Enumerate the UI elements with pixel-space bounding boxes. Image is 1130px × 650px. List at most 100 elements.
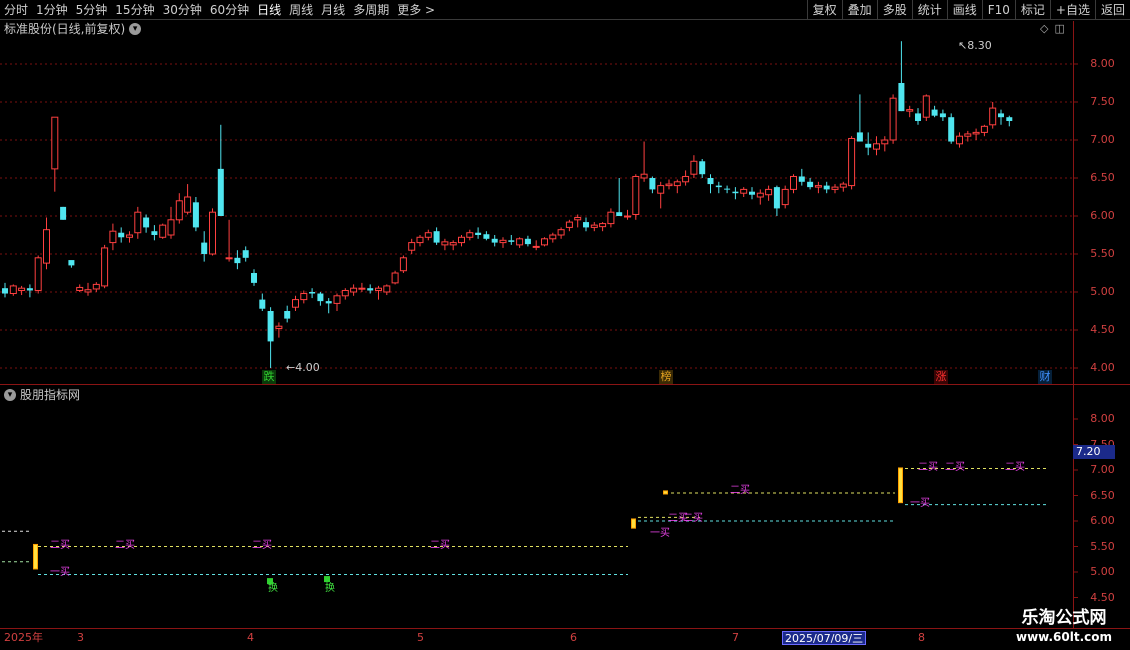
- candle-body-up: [781, 188, 789, 206]
- candle-body-up: [9, 285, 17, 295]
- candle-body-up: [599, 223, 607, 228]
- candle-body-up: [972, 131, 980, 135]
- candle-body-up: [375, 287, 382, 291]
- buy2-label: 二买: [730, 485, 750, 496]
- signal-bar-core: [664, 491, 667, 494]
- candle-body-down: [433, 231, 440, 243]
- candle-body-up: [51, 116, 59, 170]
- candle-body-down: [798, 176, 805, 182]
- candle-body-up: [624, 215, 631, 218]
- cursor-date-label: 2025/07/09/三: [782, 631, 867, 645]
- brand-name: 乐淘公式网: [1021, 608, 1107, 628]
- candle-body-up: [980, 125, 988, 133]
- candle-body-down: [898, 83, 905, 112]
- buy2-label: 二买: [430, 540, 450, 551]
- y-tick-label: 7.50: [1090, 95, 1115, 108]
- stock-chart-window: 分时 1分钟 5分钟 15分钟 30分钟 60分钟 日线 周线 月线 多周期 更…: [0, 0, 1130, 650]
- high-price-label: ↖8.30: [958, 39, 992, 52]
- buy1-label: 一买: [50, 567, 70, 578]
- y-tick-label: 5.50: [1090, 247, 1115, 260]
- candle-body-down: [309, 292, 316, 294]
- candle-body-down: [192, 202, 199, 228]
- candle-body-down: [325, 301, 332, 304]
- x-label-may: 5: [417, 631, 424, 644]
- y-tick-label: 8.00: [1090, 57, 1115, 70]
- candle-body-up: [167, 219, 175, 236]
- candle-body-up: [292, 299, 299, 308]
- candle-body-up: [275, 325, 283, 329]
- candle-body-up: [358, 287, 366, 290]
- candle-body-down: [317, 293, 324, 302]
- candle-body-up: [814, 185, 822, 188]
- candle-body-down: [251, 273, 257, 283]
- candle-body-down: [217, 168, 224, 216]
- candle-body-down: [773, 187, 780, 209]
- indicator-title-bar: ▾ 股朋指标网: [4, 387, 80, 403]
- event-fall-icon[interactable]: 跌: [262, 370, 276, 384]
- candle-body-up: [690, 160, 698, 175]
- candle-body-up: [225, 257, 233, 260]
- candle-body-down: [649, 178, 656, 190]
- candle-body-up: [640, 173, 648, 179]
- event-finance-icon[interactable]: 财: [1038, 370, 1052, 384]
- x-label-july: 7: [732, 631, 739, 644]
- candle-body-up: [565, 221, 573, 228]
- chevron-down-icon[interactable]: ▾: [4, 389, 16, 401]
- candle-body-down: [2, 288, 8, 294]
- candle-body-up: [881, 139, 889, 145]
- candle-body-down: [865, 143, 872, 148]
- candle-body-down: [508, 240, 515, 242]
- candle-body-down: [259, 299, 266, 309]
- huan-label: 换: [325, 583, 335, 594]
- candle-body-up: [175, 200, 183, 221]
- candle-body-down: [583, 222, 589, 228]
- candle-body-down: [931, 109, 938, 116]
- chart-canvas[interactable]: [0, 0, 1130, 650]
- candle-body-up: [441, 241, 449, 246]
- diamond-icon[interactable]: ◇: [1040, 22, 1048, 35]
- candle-body-down: [491, 238, 498, 243]
- candle-body-down: [915, 113, 921, 121]
- stock-title: 标准股份(日线,前复权): [4, 22, 126, 36]
- current-value-badge: 7.20: [1073, 445, 1115, 459]
- indicator-y-tick-label: 5.00: [1090, 565, 1115, 578]
- candle-body-up: [839, 183, 847, 188]
- candle-body-down: [367, 288, 374, 291]
- candle-body-down: [616, 212, 623, 216]
- y-tick-label: 6.00: [1090, 209, 1115, 222]
- candle-body-down: [475, 232, 482, 235]
- event-fall-label: 跌: [263, 370, 275, 383]
- candle-body-up: [449, 242, 457, 246]
- huan-marker: [324, 576, 330, 583]
- indicator-y-tick-label: 8.00: [1090, 412, 1115, 425]
- buy2-label: 二买: [1005, 462, 1025, 473]
- candle-body-down: [807, 181, 814, 188]
- candle-body-up: [458, 236, 465, 244]
- candle-body-down: [856, 132, 863, 142]
- candle-body-down: [707, 178, 714, 185]
- candle-body-up: [532, 245, 540, 248]
- event-rank-icon[interactable]: 榜: [659, 370, 673, 384]
- candle-body-up: [790, 175, 797, 190]
- candle-body-up: [956, 135, 963, 145]
- candle-body-up: [889, 97, 897, 141]
- candle-body-up: [341, 289, 349, 297]
- candle-body-up: [92, 283, 100, 290]
- candle-body-up: [134, 211, 142, 234]
- candle-body-up: [831, 186, 839, 190]
- candle-body-up: [765, 188, 773, 196]
- candle-body-down: [60, 206, 67, 220]
- candle-body-down: [284, 311, 291, 319]
- candle-body-up: [184, 196, 192, 213]
- candle-body-up: [18, 287, 26, 291]
- event-rise-icon[interactable]: 涨: [934, 370, 948, 384]
- event-rise-label: 涨: [935, 370, 947, 383]
- indicator-y-tick-label: 6.00: [1090, 514, 1115, 527]
- x-label-august: 8: [918, 631, 925, 644]
- candle-body-down: [234, 257, 241, 264]
- window-icon[interactable]: ◫: [1054, 22, 1064, 35]
- chevron-down-icon[interactable]: ▾: [129, 23, 142, 35]
- candle-body-up: [424, 232, 432, 238]
- signal-bar-core: [899, 468, 902, 503]
- candle-body-up: [657, 185, 665, 194]
